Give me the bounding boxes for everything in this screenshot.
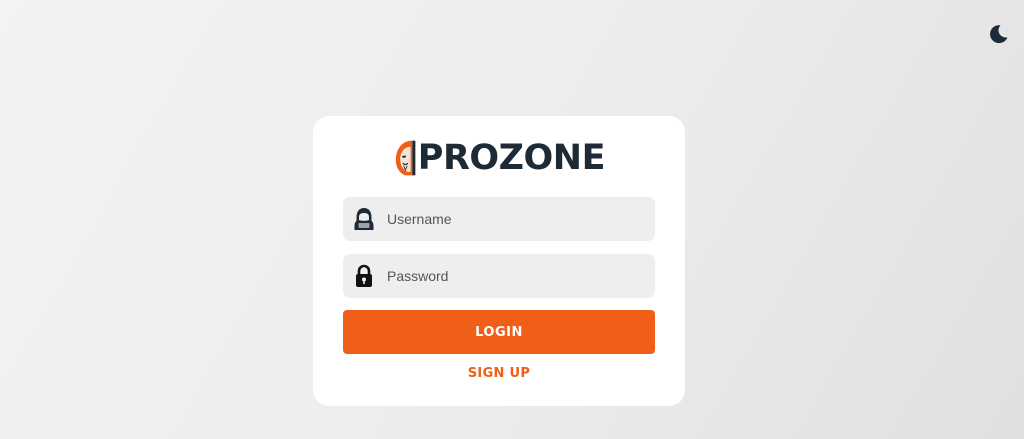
theme-toggle-button[interactable]	[986, 22, 1010, 46]
moon-icon	[990, 25, 1008, 44]
username-field[interactable]	[343, 197, 655, 241]
login-button[interactable]: LOGIN	[343, 310, 655, 354]
anonymous-mask-icon	[395, 140, 416, 176]
password-field[interactable]	[343, 254, 655, 298]
username-input[interactable]	[387, 204, 627, 234]
brand-name: PROZONE	[417, 138, 606, 178]
hacker-hood-icon	[354, 207, 374, 231]
signup-link[interactable]: SIGN UP	[313, 366, 685, 381]
password-input[interactable]	[387, 261, 627, 291]
login-card: PROZONE LOGIN SIGN UP	[313, 116, 685, 406]
lock-icon	[354, 264, 374, 288]
brand-logo: PROZONE	[395, 136, 606, 180]
